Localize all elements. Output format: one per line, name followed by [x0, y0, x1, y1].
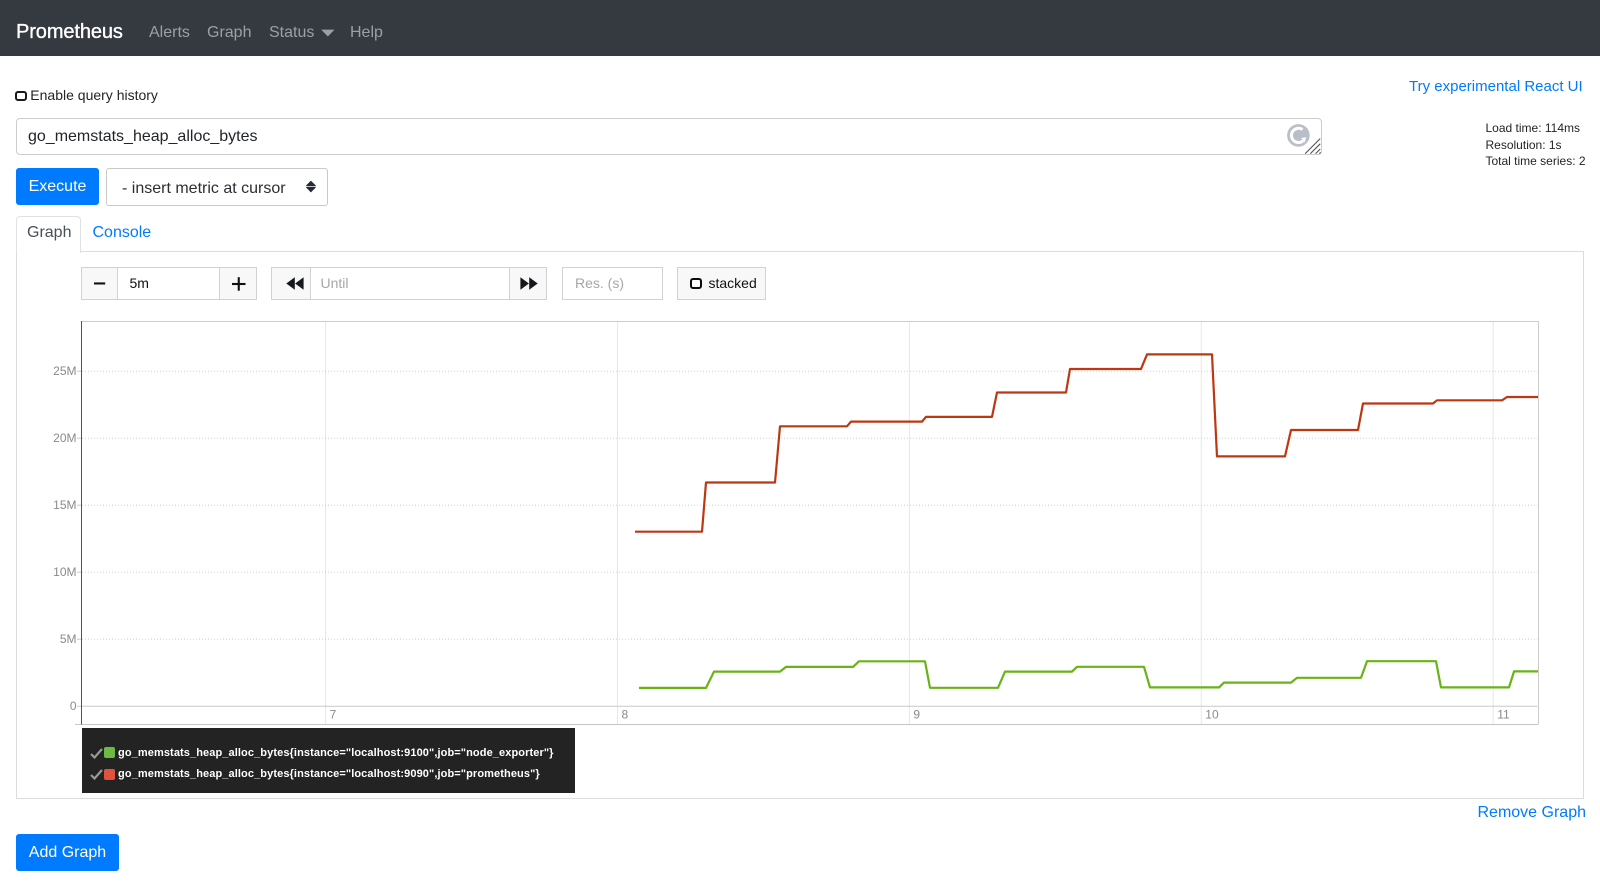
svg-text:25M: 25M: [53, 364, 76, 378]
svg-text:0: 0: [70, 699, 77, 713]
svg-text:5M: 5M: [60, 632, 77, 646]
svg-text:10M: 10M: [53, 565, 76, 579]
svg-text:15M: 15M: [53, 498, 76, 512]
svg-text:20M: 20M: [53, 431, 76, 445]
svg-text:11: 11: [1497, 708, 1510, 722]
svg-text:7: 7: [330, 708, 337, 722]
svg-text:10: 10: [1205, 708, 1219, 722]
svg-text:9: 9: [913, 708, 920, 722]
svg-text:8: 8: [622, 708, 629, 722]
